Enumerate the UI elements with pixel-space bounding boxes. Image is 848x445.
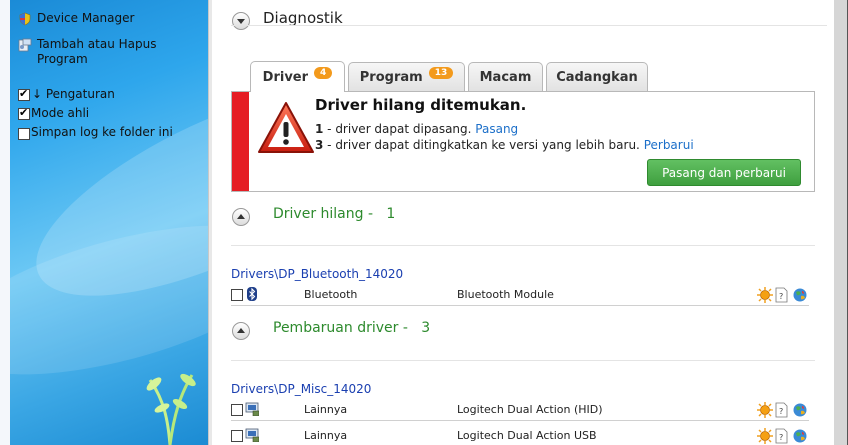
save-log-checkbox[interactable] <box>18 128 30 140</box>
install-link[interactable]: Pasang <box>475 122 518 136</box>
pane-divider[interactable] <box>208 0 212 445</box>
add-remove-programs-link[interactable]: Tambah atau Hapus Program <box>18 37 188 67</box>
driver-description: Bluetooth Module <box>457 288 554 301</box>
driver-description: Logitech Dual Action USB <box>457 429 597 442</box>
row-actions: ? <box>757 428 809 444</box>
bluetooth-icon <box>247 287 257 301</box>
driver-row-checkbox[interactable] <box>231 404 243 416</box>
wallpaper-plant <box>146 373 196 445</box>
device-manager-link[interactable]: Device Manager <box>18 11 134 26</box>
driver-description: Logitech Dual Action (HID) <box>457 403 603 416</box>
main-content: Diagnostik Driver 4 Program 13 Macam Cad… <box>213 0 834 445</box>
svg-text:?: ? <box>779 292 783 301</box>
save-log-label: Simpan log ke folder ini <box>31 125 173 139</box>
install-sun-icon[interactable] <box>757 402 773 418</box>
driver-info-icon[interactable]: ? <box>774 428 790 444</box>
web-search-icon[interactable] <box>792 287 808 303</box>
install-and-update-button[interactable]: Pasang dan perbarui <box>647 159 801 186</box>
tab-driver-badge: 4 <box>314 67 333 79</box>
install-text: - driver dapat dipasang. <box>323 122 476 136</box>
svg-text:?: ? <box>779 407 783 416</box>
driver-info-icon[interactable]: ? <box>774 402 790 418</box>
svg-text:?: ? <box>779 433 783 442</box>
left-panel: Device Manager Tambah atau Hapus Program… <box>0 0 208 445</box>
install-sun-icon[interactable] <box>757 287 773 303</box>
update-text: - driver dapat ditingkatkan ke versi yan… <box>323 138 644 152</box>
update-link[interactable]: Perbarui <box>644 138 694 152</box>
web-search-icon[interactable] <box>792 428 808 444</box>
diagnostic-expand-button[interactable] <box>232 12 250 30</box>
bluetooth-group-path[interactable]: Drivers\DP_Bluetooth_14020 <box>231 267 403 281</box>
settings-header-label: ↓ Pengaturan <box>32 87 115 101</box>
tab-driver-label: Driver <box>262 69 309 85</box>
web-search-icon[interactable] <box>792 402 808 418</box>
install-sun-icon[interactable] <box>757 428 773 444</box>
tab-program[interactable]: Program 13 <box>348 62 465 91</box>
programs-icon <box>18 38 32 52</box>
alert-severity-bar <box>232 92 249 191</box>
tab-cadangkan[interactable]: Cadangkan <box>546 62 648 91</box>
save-log-option[interactable]: Simpan log ke folder ini <box>18 125 173 140</box>
driver-updates-collapse-button[interactable] <box>232 322 250 340</box>
alert-install-line: 1 - driver dapat dipasang. Pasang <box>315 122 518 136</box>
driver-row-checkbox[interactable] <box>231 289 243 301</box>
settings-header-checkbox[interactable] <box>18 87 30 101</box>
tab-cadangkan-label: Cadangkan <box>556 69 638 85</box>
tab-macam-label: Macam <box>479 69 532 85</box>
expert-mode-checkbox[interactable] <box>18 106 30 120</box>
driver-info-icon[interactable]: ? <box>774 287 790 303</box>
alert-update-line: 3 - driver dapat ditingkatkan ke versi y… <box>315 138 694 152</box>
driver-row[interactable]: Lainnya Logitech Dual Action (HID) ? <box>231 402 809 418</box>
row-divider <box>231 305 809 306</box>
tab-driver[interactable]: Driver 4 <box>250 61 345 92</box>
driver-name: Lainnya <box>304 429 348 442</box>
missing-drivers-title: Driver hilang - 1 <box>273 206 396 222</box>
tab-program-label: Program <box>359 69 423 85</box>
misc-group-path[interactable]: Drivers\DP_Misc_14020 <box>231 382 371 396</box>
driver-row[interactable]: Lainnya Logitech Dual Action USB ? <box>231 428 809 444</box>
driver-row[interactable]: Bluetooth Bluetooth Module ? <box>231 287 809 303</box>
tab-program-badge: 13 <box>428 67 454 79</box>
expert-mode-label: Mode ahli <box>31 106 90 120</box>
pane-border <box>0 0 10 445</box>
divider-line <box>231 360 815 361</box>
row-actions: ? <box>757 402 809 418</box>
driver-updates-title: Pembaruan driver - 3 <box>273 320 431 336</box>
shield-icon <box>19 12 31 26</box>
add-remove-programs-label: Tambah atau Hapus Program <box>37 37 157 66</box>
alert-panel: Driver hilang ditemukan. 1 - driver dapa… <box>231 91 815 192</box>
driver-row-checkbox[interactable] <box>231 430 243 442</box>
expert-mode-option[interactable]: Mode ahli <box>18 106 89 120</box>
settings-header[interactable]: ↓ Pengaturan <box>18 87 115 101</box>
tab-macam[interactable]: Macam <box>468 62 543 91</box>
divider-line <box>231 25 827 26</box>
warning-icon <box>258 102 314 153</box>
driver-name: Bluetooth <box>304 288 358 301</box>
driver-name: Lainnya <box>304 403 348 416</box>
device-icon <box>245 428 259 442</box>
window-border <box>834 0 848 445</box>
divider-line <box>231 245 815 246</box>
alert-title: Driver hilang ditemukan. <box>315 96 527 114</box>
missing-drivers-collapse-button[interactable] <box>232 208 250 226</box>
row-actions: ? <box>757 287 809 303</box>
device-icon <box>245 402 259 416</box>
row-divider <box>231 420 809 421</box>
device-manager-label: Device Manager <box>37 11 135 25</box>
